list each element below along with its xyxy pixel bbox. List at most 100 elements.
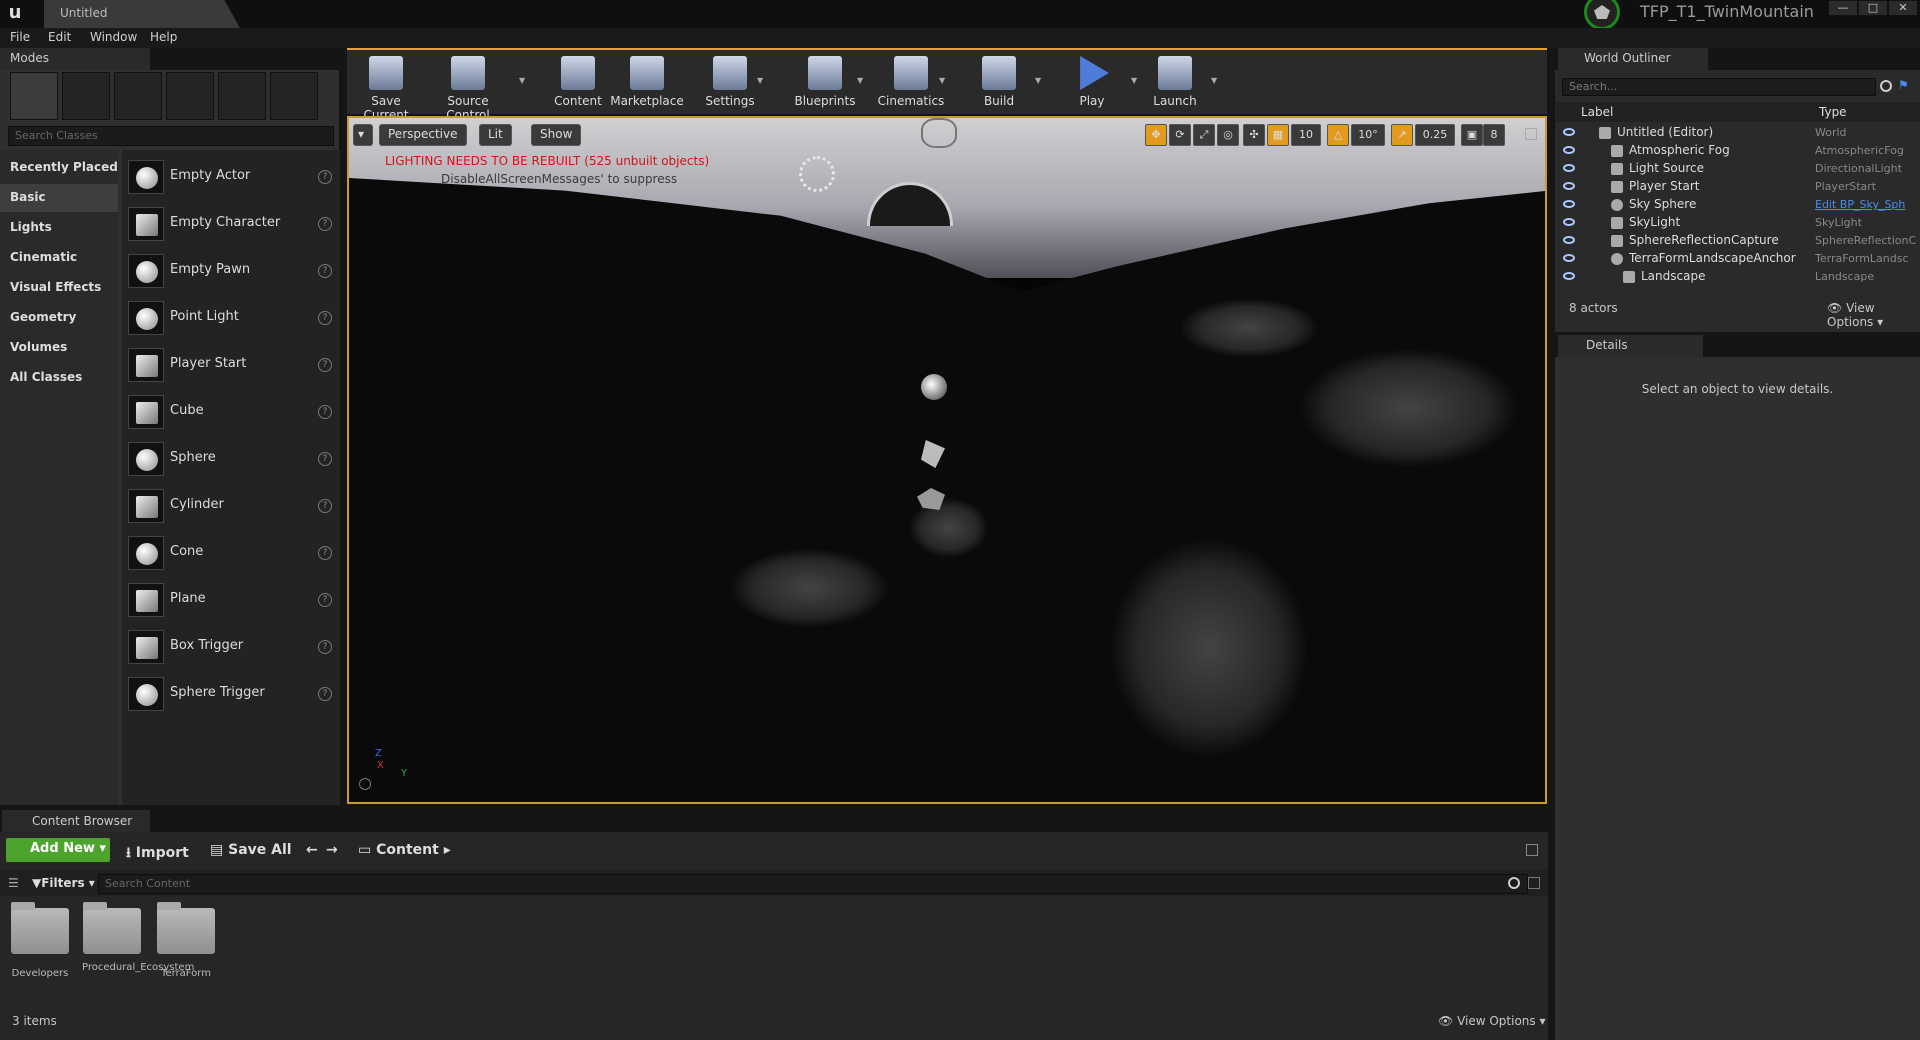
- build-button[interactable]: Build: [971, 54, 1027, 114]
- help-icon[interactable]: ?: [318, 499, 332, 513]
- eye-icon[interactable]: [1563, 146, 1575, 154]
- category-volumes[interactable]: Volumes: [0, 334, 118, 362]
- close-button[interactable]: ✕: [1888, 0, 1918, 16]
- blueprints-dropdown-icon[interactable]: ▼: [857, 76, 863, 85]
- marketplace-button[interactable]: Marketplace: [609, 54, 685, 114]
- table-row[interactable]: Light Source DirectionalLight: [1555, 160, 1920, 178]
- camera-speed-value[interactable]: 8: [1483, 124, 1505, 146]
- content-browser-tab[interactable]: Content Browser: [2, 810, 150, 832]
- document-tab[interactable]: Untitled: [44, 0, 240, 28]
- import-button[interactable]: ⭳ Import: [126, 842, 189, 866]
- geometry-mode-icon[interactable]: [218, 72, 266, 120]
- launch-dropdown-icon[interactable]: ▼: [1211, 76, 1217, 85]
- eye-icon[interactable]: [1563, 272, 1575, 280]
- search-classes-input[interactable]: Search Classes: [8, 126, 334, 146]
- content-button[interactable]: Content: [551, 54, 605, 114]
- category-basic[interactable]: Basic: [0, 184, 118, 212]
- save-search-icon[interactable]: [1528, 877, 1540, 889]
- outliner-search-input[interactable]: Search...: [1562, 78, 1876, 96]
- eye-icon[interactable]: [1563, 218, 1575, 226]
- table-row[interactable]: Player Start PlayerStart: [1555, 178, 1920, 196]
- tools-mode-icon[interactable]: [270, 72, 318, 120]
- rotation-snap-value[interactable]: 10°: [1351, 124, 1385, 146]
- save-current-button[interactable]: Save Current: [351, 54, 421, 122]
- column-type[interactable]: Type: [1819, 105, 1847, 119]
- list-item[interactable]: Point Light?: [122, 295, 340, 339]
- search-content-input[interactable]: Search Content: [98, 874, 1528, 894]
- menu-window[interactable]: Window: [90, 30, 137, 44]
- filters-button[interactable]: ▼Filters ▾: [32, 876, 95, 890]
- grid-snap-icon[interactable]: ▦: [1267, 124, 1289, 146]
- list-item[interactable]: Cylinder?: [122, 483, 340, 527]
- scale-snap-value[interactable]: 0.25: [1415, 124, 1455, 146]
- rotate-mode-icon[interactable]: ⟳: [1169, 124, 1191, 146]
- edit-blueprint-link[interactable]: Edit BP_Sky_Sph: [1815, 198, 1919, 211]
- table-row[interactable]: Atmospheric Fog AtmosphericFog: [1555, 142, 1920, 160]
- forward-arrow-icon[interactable]: →: [326, 842, 338, 858]
- list-item[interactable]: Cone?: [122, 530, 340, 574]
- sources-toggle-icon[interactable]: ☰: [8, 876, 19, 890]
- cinematics-button[interactable]: Cinematics: [873, 54, 949, 114]
- minimize-button[interactable]: —: [1828, 0, 1858, 16]
- column-label[interactable]: Label: [1581, 105, 1613, 119]
- world-space-icon[interactable]: ◎: [1217, 124, 1239, 146]
- eye-icon[interactable]: [1563, 200, 1575, 208]
- build-dropdown-icon[interactable]: ▼: [1035, 76, 1041, 85]
- cinematics-dropdown-icon[interactable]: ▼: [939, 76, 945, 85]
- world-outliner-tab[interactable]: World Outliner: [1558, 48, 1708, 70]
- blueprints-button[interactable]: Blueprints: [789, 54, 861, 114]
- list-item[interactable]: Sphere?: [122, 436, 340, 480]
- path-breadcrumb[interactable]: ▭ Content ▸: [358, 842, 451, 858]
- table-row[interactable]: TerraFormLandscapeAnchor TerraFormLandsc: [1555, 250, 1920, 268]
- table-row[interactable]: Landscape Landscape: [1555, 268, 1920, 286]
- launch-button[interactable]: Launch: [1147, 54, 1203, 114]
- category-cinematic[interactable]: Cinematic: [0, 244, 118, 272]
- list-item[interactable]: Empty Character?: [122, 201, 340, 245]
- help-icon[interactable]: ?: [318, 452, 332, 466]
- help-icon[interactable]: ?: [318, 405, 332, 419]
- list-item[interactable]: Plane?: [122, 577, 340, 621]
- folder-procedural-ecosystem[interactable]: Procedural_Ecosystem: [82, 902, 194, 994]
- content-view-options-button[interactable]: 👁 View Options ▾: [1438, 1014, 1546, 1028]
- play-button[interactable]: Play: [1067, 54, 1117, 114]
- category-all-classes[interactable]: All Classes: [0, 364, 118, 392]
- sun-icon[interactable]: [799, 156, 835, 192]
- grid-snap-value[interactable]: 10: [1291, 124, 1321, 146]
- save-all-button[interactable]: ▤ Save All: [210, 842, 292, 858]
- lit-button[interactable]: Lit: [479, 124, 512, 146]
- help-icon[interactable]: ?: [318, 687, 332, 701]
- show-button[interactable]: Show: [531, 124, 582, 146]
- help-icon[interactable]: ?: [318, 640, 332, 654]
- foliage-mode-icon[interactable]: [166, 72, 214, 120]
- list-item[interactable]: Empty Pawn?: [122, 248, 340, 292]
- help-icon[interactable]: ?: [318, 358, 332, 372]
- list-item[interactable]: Sphere Trigger?: [122, 671, 340, 715]
- play-dropdown-icon[interactable]: ▼: [1131, 76, 1137, 85]
- menu-file[interactable]: File: [10, 30, 30, 44]
- list-item[interactable]: Player Start?: [122, 342, 340, 386]
- eye-icon[interactable]: [1563, 164, 1575, 172]
- table-row[interactable]: SphereReflectionCapture SphereReflectionC: [1555, 232, 1920, 250]
- category-visual-effects[interactable]: Visual Effects: [0, 274, 118, 302]
- eye-icon[interactable]: [1563, 128, 1575, 136]
- scale-mode-icon[interactable]: ⤢: [1193, 124, 1215, 146]
- folder-terraform[interactable]: TerraForm: [156, 902, 216, 994]
- details-tab[interactable]: Details: [1558, 335, 1703, 357]
- menu-edit[interactable]: Edit: [48, 30, 71, 44]
- help-icon[interactable]: ?: [318, 546, 332, 560]
- settings-dropdown-icon[interactable]: ▼: [757, 76, 763, 85]
- landscape-mode-icon[interactable]: [114, 72, 162, 120]
- add-new-button[interactable]: Add New ▾: [6, 838, 110, 862]
- maximize-viewport-icon[interactable]: [1525, 128, 1537, 140]
- rotation-snap-icon[interactable]: △: [1327, 124, 1349, 146]
- help-icon[interactable]: ?: [318, 217, 332, 231]
- list-item[interactable]: Cube?: [122, 389, 340, 433]
- help-icon[interactable]: ?: [318, 264, 332, 278]
- reflection-capture-icon[interactable]: [921, 374, 947, 400]
- help-icon[interactable]: ?: [318, 593, 332, 607]
- category-recently-placed[interactable]: Recently Placed: [0, 154, 118, 182]
- help-icon[interactable]: [359, 778, 371, 790]
- lock-icon[interactable]: [1526, 844, 1538, 856]
- outliner-view-options-button[interactable]: 👁 View Options ▾: [1827, 301, 1920, 329]
- modes-tab[interactable]: Modes: [0, 48, 150, 70]
